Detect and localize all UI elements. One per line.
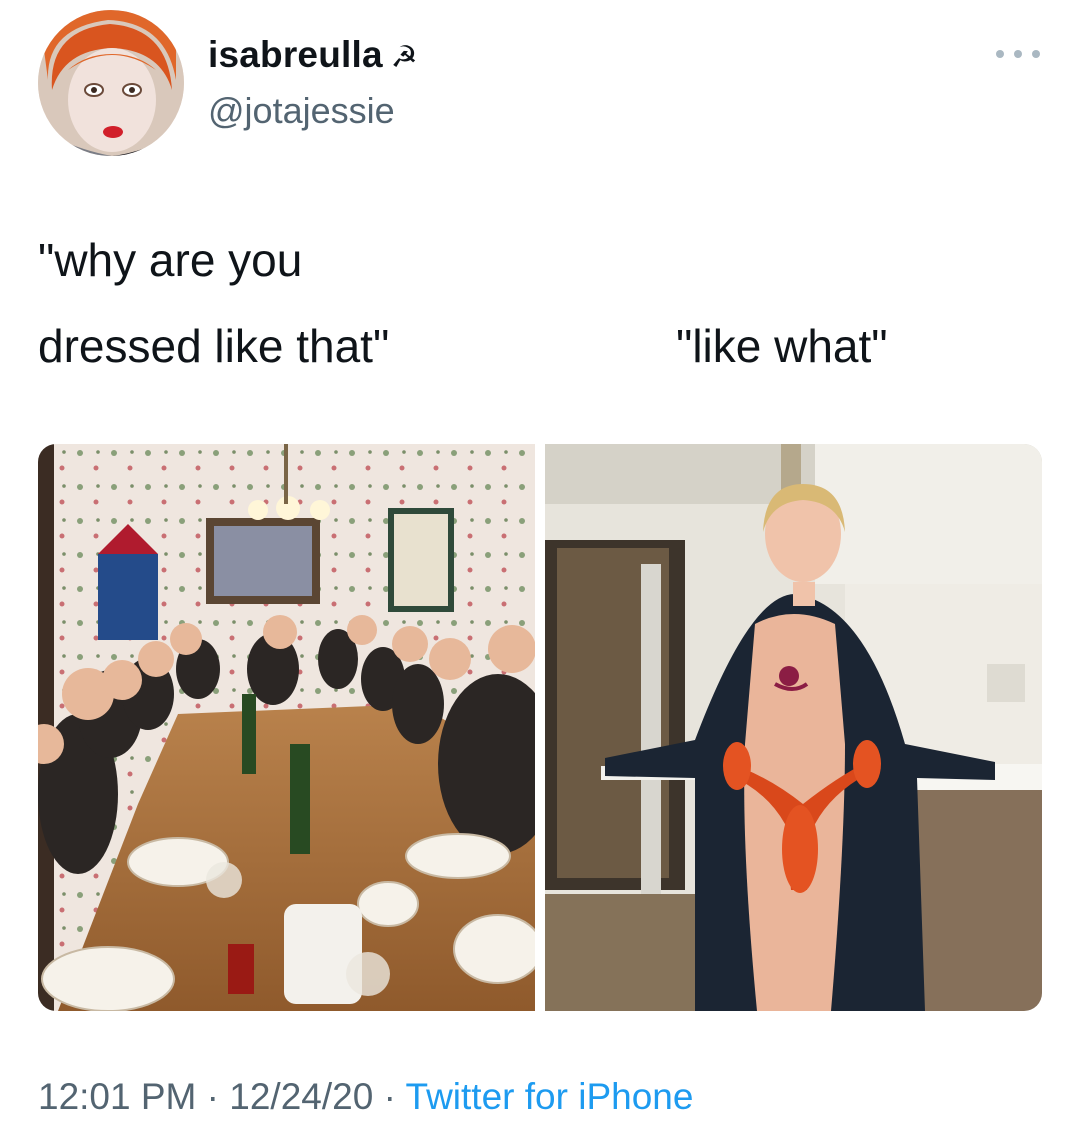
more-options-button[interactable] xyxy=(996,44,1040,64)
tweet-media xyxy=(38,444,1042,1011)
avatar[interactable] xyxy=(38,10,184,156)
tweet-text-line: "why are you xyxy=(38,234,303,286)
tweet-metadata: 12:01 PM · 12/24/20 · Twitter for iPhone xyxy=(38,1076,693,1118)
hammer-sickle-icon: ☭ xyxy=(390,41,418,74)
tweet-date[interactable]: 12/24/20 xyxy=(229,1076,373,1117)
user-handle[interactable]: @jotajessie xyxy=(208,90,395,132)
photo-dinner-table[interactable] xyxy=(38,444,535,1011)
more-horizontal-icon-dot xyxy=(1014,50,1022,58)
display-name[interactable]: isabreulla ☭ xyxy=(208,34,418,76)
tweet-text-line: "like what" xyxy=(676,320,888,372)
photo-lobster-outfit[interactable] xyxy=(545,444,1042,1011)
display-name-text[interactable]: isabreulla xyxy=(208,34,383,75)
tweet-text-line: dressed like that" xyxy=(38,320,390,372)
tweet-time[interactable]: 12:01 PM xyxy=(38,1076,196,1117)
meta-separator: · xyxy=(383,1076,396,1117)
tweet-card: isabreulla ☭ @jotajessie "why are you dre… xyxy=(0,0,1080,1143)
tweet-source-link[interactable]: Twitter for iPhone xyxy=(406,1076,694,1117)
more-horizontal-icon xyxy=(996,50,1004,58)
meta-separator: · xyxy=(206,1076,219,1117)
more-horizontal-icon-dot xyxy=(1032,50,1040,58)
